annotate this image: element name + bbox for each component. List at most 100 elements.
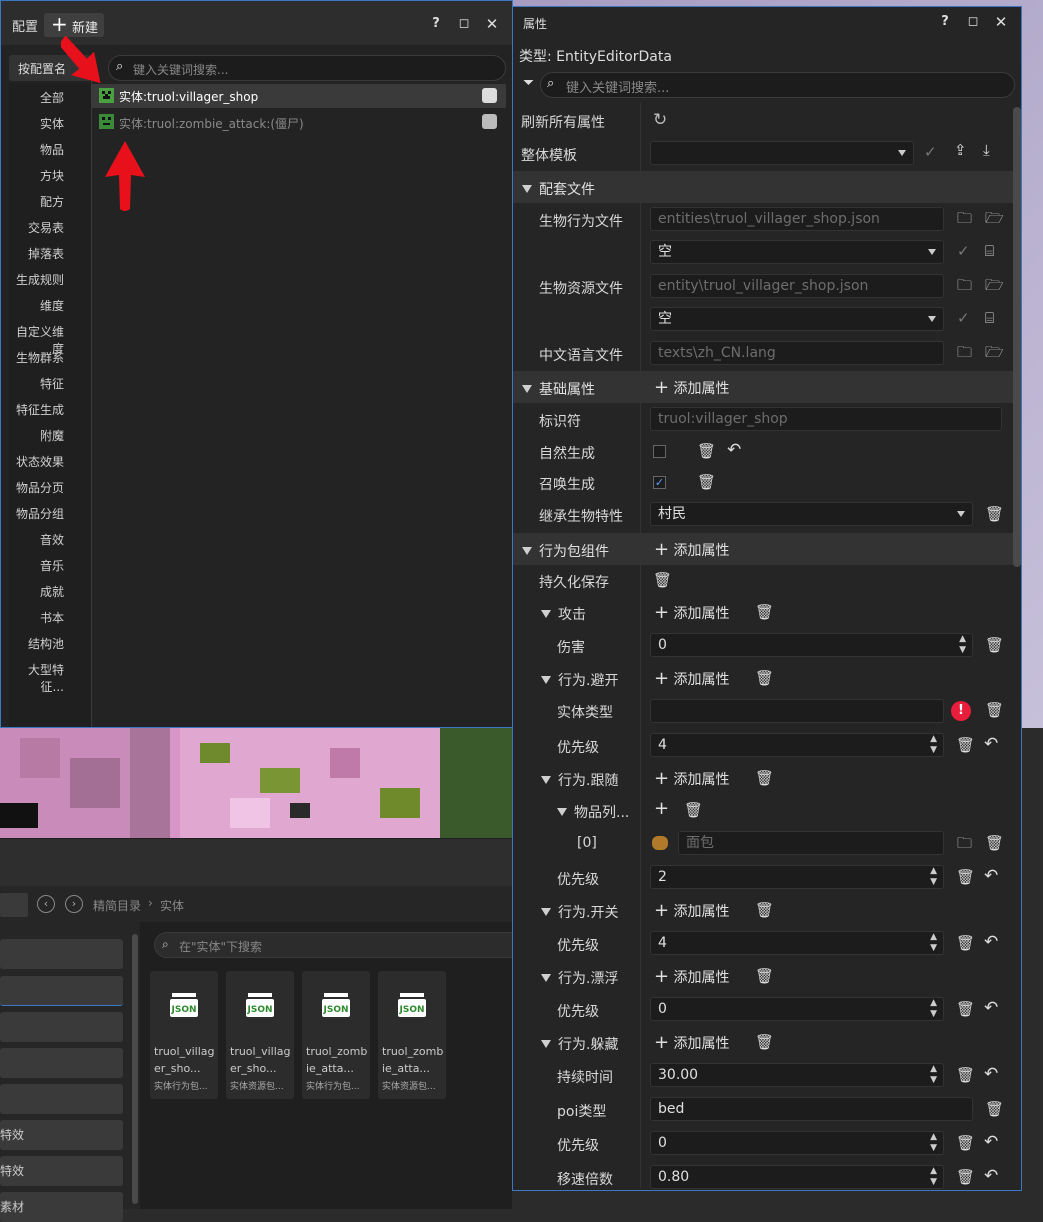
folder-settings-icon[interactable]: 🗀 — [957, 208, 972, 233]
follow-group[interactable]: 行为.跟随 — [541, 770, 618, 790]
maximize-icon[interactable]: ◻ — [455, 15, 473, 33]
category-item[interactable]: 维度 — [9, 297, 91, 314]
lock-icon[interactable] — [482, 114, 497, 129]
speed-stepper[interactable]: 0.80 ▲ ▼ — [650, 1165, 944, 1189]
trash-icon[interactable]: 🗑 — [755, 967, 774, 985]
help-icon[interactable]: ? — [936, 13, 954, 31]
sidebar-item[interactable]: 素材 — [0, 1192, 123, 1222]
folder-settings-icon[interactable]: 🗀 — [957, 342, 972, 367]
folder-icon[interactable]: 🗀 — [957, 833, 972, 858]
config-item[interactable]: 实体:truol:zombie_attack:(僵尸) — [92, 110, 506, 134]
add-property-button[interactable]: + 添加属性 — [654, 966, 730, 987]
hide-group[interactable]: 行为.躲藏 — [541, 1034, 618, 1054]
trash-icon[interactable]: 🗑 — [755, 901, 774, 919]
undo-icon[interactable]: ↶ — [984, 1064, 998, 1084]
category-item[interactable]: 配方 — [9, 193, 91, 210]
help-icon[interactable]: ? — [427, 15, 445, 33]
category-item[interactable]: 音效 — [9, 531, 91, 548]
brush-icon[interactable]: ⌸ — [985, 309, 994, 327]
template-select[interactable] — [650, 141, 914, 165]
refresh-icon[interactable]: ↻ — [653, 110, 667, 130]
undo-icon[interactable]: ↶ — [984, 998, 998, 1018]
damage-stepper[interactable]: 0 ▲ ▼ — [650, 633, 973, 657]
file-item[interactable]: JSON truol_zombie_atta... 实体行为包... — [302, 971, 370, 1099]
undo-icon[interactable]: ↶ — [727, 440, 741, 460]
trash-icon[interactable]: 🗑 — [985, 636, 1004, 654]
undo-icon[interactable]: ↶ — [984, 866, 998, 886]
section-header[interactable]: 配套文件 — [513, 171, 1021, 203]
close-icon[interactable]: ✕ — [483, 15, 501, 33]
category-item[interactable]: 附魔 — [9, 427, 91, 444]
file-item[interactable]: JSON truol_villager_sho... 实体行为包... — [150, 971, 218, 1099]
trash-icon[interactable]: 🗑 — [653, 571, 672, 589]
priority-stepper[interactable]: 4 ▲ ▼ — [650, 931, 944, 955]
add-property-button[interactable]: + 添加属性 — [654, 768, 730, 789]
close-icon[interactable]: ✕ — [992, 13, 1010, 31]
section-header[interactable]: 基础属性 + 添加属性 — [513, 371, 1021, 403]
sidebar-item[interactable] — [0, 1012, 123, 1042]
behavior-select[interactable]: 空 — [650, 240, 944, 264]
sidebar-item[interactable] — [0, 976, 123, 1006]
category-item[interactable]: 交易表 — [9, 219, 91, 236]
properties-scrollbar[interactable] — [1013, 107, 1021, 567]
category-item[interactable]: 成就 — [9, 583, 91, 600]
category-item[interactable]: 生物群系 — [9, 349, 91, 366]
trash-icon[interactable]: 🗑 — [956, 1168, 975, 1186]
check-circle-icon[interactable]: ✓ — [957, 242, 970, 260]
undo-icon[interactable]: ↶ — [984, 1132, 998, 1152]
property-search-input[interactable]: ⌕ 键入关键词搜索... — [540, 72, 1015, 98]
category-item[interactable]: 实体 — [9, 115, 91, 132]
inherit-select[interactable]: 村民 — [650, 502, 973, 526]
breadcrumb-root[interactable]: 精简目录 — [93, 897, 141, 914]
item-field[interactable]: 面包 — [678, 831, 944, 855]
trash-icon[interactable]: 🗑 — [956, 736, 975, 754]
priority-stepper[interactable]: 0 ▲ ▼ — [650, 997, 944, 1021]
entity-type-field[interactable] — [650, 699, 944, 723]
sidebar-item[interactable]: 特效 — [0, 1120, 123, 1150]
add-property-button[interactable]: + 添加属性 — [654, 377, 730, 398]
category-item[interactable]: 物品分页 — [9, 479, 91, 496]
trash-icon[interactable]: 🗑 — [755, 603, 774, 621]
priority-stepper[interactable]: 2 ▲ ▼ — [650, 865, 944, 889]
trash-icon[interactable]: 🗑 — [956, 1066, 975, 1084]
folder-open-icon[interactable]: 🗁 — [985, 342, 1004, 367]
trash-icon[interactable]: 🗑 — [985, 1100, 1004, 1118]
undo-icon[interactable]: ↶ — [984, 734, 998, 754]
category-item[interactable]: 全部 — [9, 89, 91, 106]
browser-search[interactable]: ⌕ 在"实体"下搜索 — [154, 932, 524, 958]
add-property-button[interactable]: + 添加属性 — [654, 900, 730, 921]
add-item-button[interactable]: + — [654, 798, 669, 819]
behavior-file-field[interactable]: entities\truol_villager_shop.json — [650, 207, 944, 231]
add-property-button[interactable]: + 添加属性 — [654, 1032, 730, 1053]
lock-icon[interactable] — [482, 88, 497, 103]
undo-icon[interactable]: ↶ — [984, 1166, 998, 1186]
upload-icon[interactable]: ⇪ — [954, 141, 967, 159]
trash-icon[interactable]: 🗑 — [755, 769, 774, 787]
sidebar-item[interactable] — [0, 939, 123, 969]
undo-icon[interactable]: ↶ — [984, 932, 998, 952]
breadcrumb-current[interactable]: 实体 — [160, 897, 184, 914]
check-circle-icon[interactable]: ✓ — [924, 143, 937, 161]
add-property-button[interactable]: + 添加属性 — [654, 602, 730, 623]
config-search-input[interactable]: ⌕ 键入关键词搜索... — [108, 55, 506, 81]
category-item[interactable]: 大型特征... — [9, 661, 91, 695]
trash-icon[interactable]: 🗑 — [956, 1134, 975, 1152]
float-group[interactable]: 行为.漂浮 — [541, 968, 618, 988]
category-item[interactable]: 生成规则 — [9, 271, 91, 288]
priority-stepper[interactable]: 4 ▲ ▼ — [650, 733, 944, 757]
check-circle-icon[interactable]: ✓ — [957, 309, 970, 327]
download-icon[interactable]: ⤓ — [983, 141, 990, 159]
trash-icon[interactable]: 🗑 — [697, 473, 716, 491]
poi-field[interactable]: bed — [650, 1097, 973, 1121]
trash-icon[interactable]: 🗑 — [985, 834, 1004, 852]
natural-spawn-checkbox[interactable] — [653, 445, 666, 458]
trash-icon[interactable]: 🗑 — [985, 505, 1004, 523]
trash-icon[interactable]: 🗑 — [684, 801, 703, 819]
file-item[interactable]: JSON truol_villager_sho... 实体资源包... — [226, 971, 294, 1099]
summon-spawn-checkbox[interactable]: ✓ — [653, 476, 666, 489]
trash-icon[interactable]: 🗑 — [697, 442, 716, 460]
duration-stepper[interactable]: 30.00 ▲ ▼ — [650, 1063, 944, 1087]
folder-open-icon[interactable]: 🗁 — [985, 208, 1004, 233]
identifier-field[interactable]: truol:villager_shop — [650, 407, 1002, 431]
category-item[interactable]: 结构池 — [9, 635, 91, 652]
